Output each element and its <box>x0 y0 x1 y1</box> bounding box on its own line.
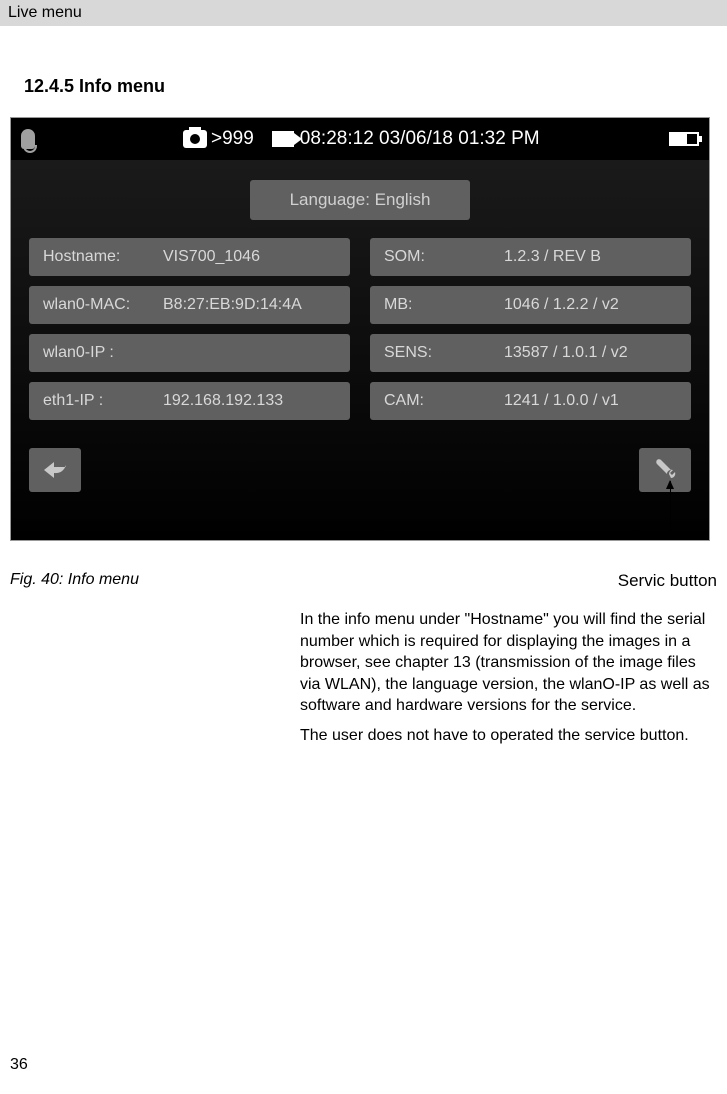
page-number: 36 <box>10 1056 28 1074</box>
header-text: Live menu <box>8 4 82 21</box>
hostname-cell: Hostname: VIS700_1046 <box>29 238 350 276</box>
wlan-mac-cell: wlan0-MAC: B8:27:EB:9D:14:4A <box>29 286 350 324</box>
sens-cell: SENS: 13587 / 1.0.1 / v2 <box>370 334 691 372</box>
battery-icon <box>669 132 699 146</box>
info-menu-screenshot: >999 08:28:12 03/06/18 01:32 PM Language… <box>10 117 710 541</box>
wrench-icon <box>653 458 677 482</box>
caption-row: Fig. 40: Info menu Servic button <box>10 571 717 591</box>
eth-ip-value: 192.168.192.133 <box>163 392 336 410</box>
mb-cell: MB: 1046 / 1.2.2 / v2 <box>370 286 691 324</box>
mb-label: MB: <box>384 296 504 314</box>
paragraph-1: In the info menu under "Hostname" you wi… <box>300 609 717 717</box>
page-content: 12.4.5 Info menu >999 08:28:12 03/06/18 … <box>0 26 727 747</box>
mb-value: 1046 / 1.2.2 / v2 <box>504 296 677 314</box>
wlan-ip-value <box>163 344 336 362</box>
mic-icon <box>21 129 35 149</box>
paragraph-2: The user does not have to operated the s… <box>300 725 717 747</box>
cam-cell: CAM: 1241 / 1.0.0 / v1 <box>370 382 691 420</box>
camera-icon <box>183 130 207 148</box>
figure-caption: Fig. 40: Info menu <box>10 571 139 589</box>
service-button-label: Servic button <box>618 571 717 591</box>
hostname-label: Hostname: <box>43 248 163 266</box>
som-label: SOM: <box>384 248 504 266</box>
language-button[interactable]: Language: English <box>250 180 471 220</box>
sens-label: SENS: <box>384 344 504 362</box>
hostname-value: VIS700_1046 <box>163 248 336 266</box>
wlan-mac-label: wlan0-MAC: <box>43 296 163 314</box>
som-value: 1.2.3 / REV B <box>504 248 677 266</box>
info-grid: Hostname: VIS700_1046 SOM: 1.2.3 / REV B… <box>29 238 691 420</box>
cam-label: CAM: <box>384 392 504 410</box>
eth-ip-cell: eth1-IP : 192.168.192.133 <box>29 382 350 420</box>
wlan-mac-value: B8:27:EB:9D:14:4A <box>163 296 336 314</box>
status-bar: >999 08:28:12 03/06/18 01:32 PM <box>11 118 709 160</box>
menu-body: Language: English Hostname: VIS700_1046 … <box>11 160 709 540</box>
page-header: Live menu <box>0 0 727 26</box>
arrow-to-service-button <box>670 481 671 536</box>
body-text: In the info menu under "Hostname" you wi… <box>300 609 717 747</box>
som-cell: SOM: 1.2.3 / REV B <box>370 238 691 276</box>
wlan-ip-cell: wlan0-IP : <box>29 334 350 372</box>
wlan-ip-label: wlan0-IP : <box>43 344 163 362</box>
section-title: 12.4.5 Info menu <box>24 76 727 97</box>
cam-value: 1241 / 1.0.0 / v1 <box>504 392 677 410</box>
video-icon <box>272 131 294 147</box>
eth-ip-label: eth1-IP : <box>43 392 163 410</box>
photo-counter: >999 <box>211 128 254 150</box>
sens-value: 13587 / 1.0.1 / v2 <box>504 344 677 362</box>
back-button[interactable] <box>29 448 81 492</box>
service-button[interactable] <box>639 448 691 492</box>
back-arrow-icon <box>42 460 68 480</box>
timestamp: 08:28:12 03/06/18 01:32 PM <box>300 128 540 150</box>
